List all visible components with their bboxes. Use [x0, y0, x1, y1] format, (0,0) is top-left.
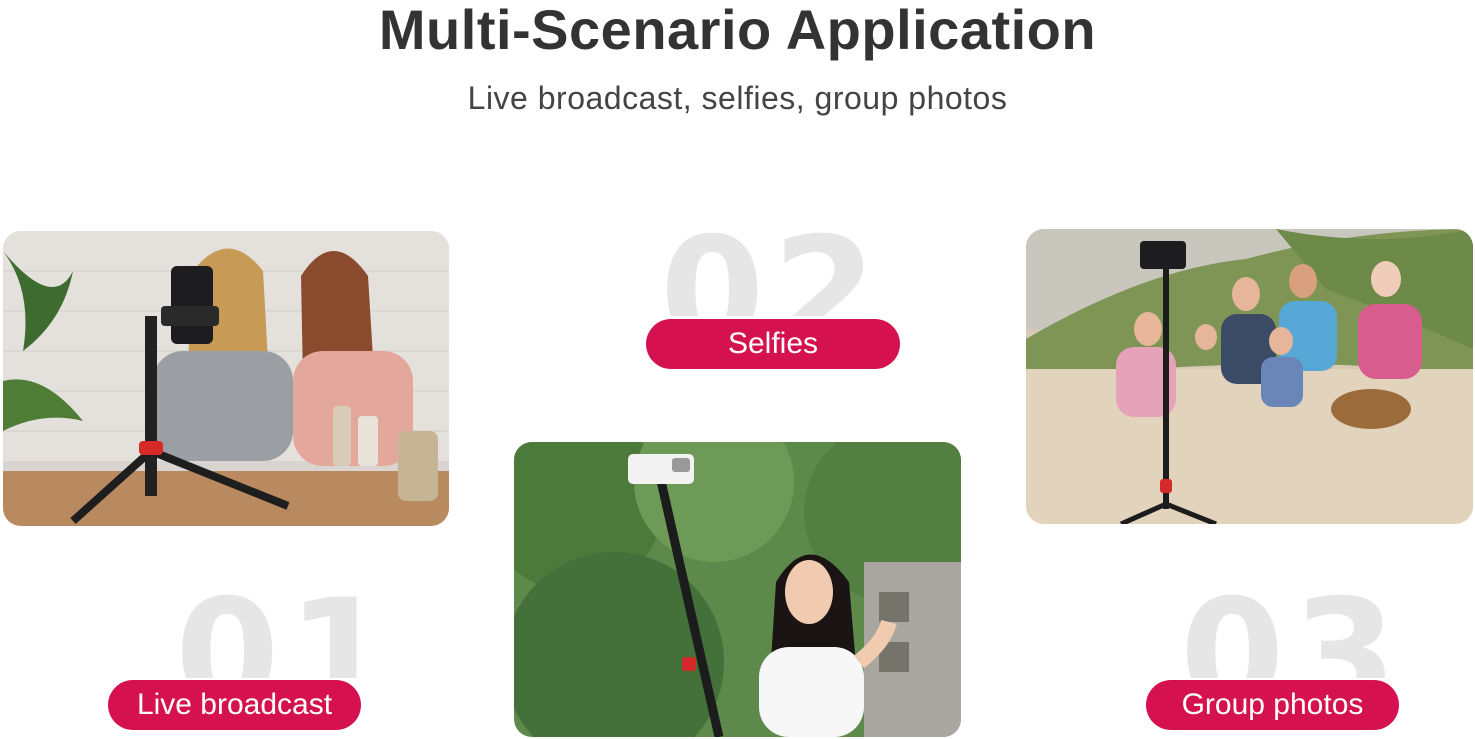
scenario-02-photo	[514, 442, 961, 737]
scenario-01-label: Live broadcast	[108, 680, 361, 730]
scenario-03-label: Group photos	[1146, 680, 1399, 730]
scenario-01-photo	[3, 231, 449, 526]
scenario-03-number: 03	[1180, 580, 1400, 678]
page-subtitle: Live broadcast, selfies, group photos	[467, 80, 1008, 116]
scenario-02-label: Selfies	[646, 319, 900, 369]
page-title: Multi-Scenario Application	[378, 0, 1097, 61]
scenario-03-photo	[1026, 229, 1473, 524]
scenario-02-number: 02	[660, 218, 880, 316]
scenario-01-number: 01	[175, 580, 375, 678]
